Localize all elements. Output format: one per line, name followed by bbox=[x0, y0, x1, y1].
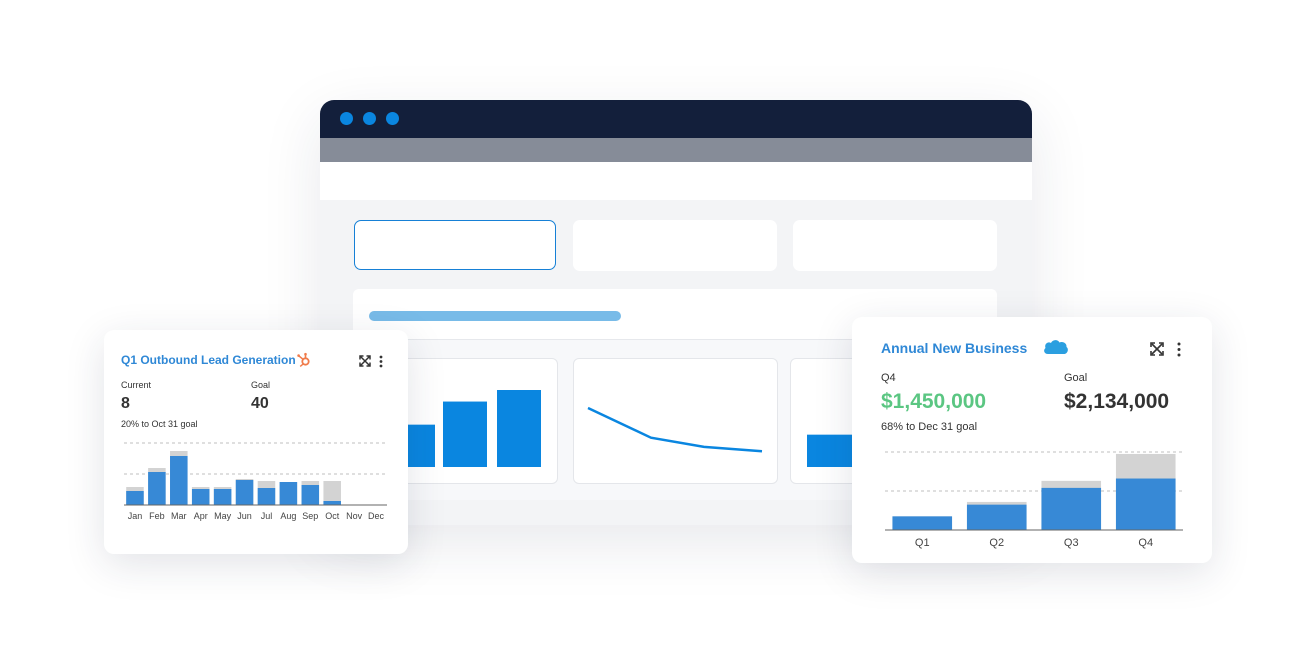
value-bar bbox=[170, 456, 188, 505]
value-bar bbox=[235, 480, 254, 505]
loading-bar bbox=[369, 311, 621, 321]
value-bar bbox=[213, 489, 232, 505]
window-dot-icon[interactable] bbox=[386, 112, 399, 125]
current-label: Q4 bbox=[881, 372, 896, 384]
goal-value: $2,134,000 bbox=[1064, 390, 1170, 413]
dashboard-tile-selected[interactable] bbox=[354, 220, 556, 270]
x-tick-label: Jul bbox=[261, 511, 273, 521]
x-tick-label: Dec bbox=[368, 511, 385, 521]
x-tick-label: Apr bbox=[194, 511, 208, 521]
lead-generation-card[interactable]: Q1 Outbound Lead Generation Current 8 Go… bbox=[104, 330, 408, 554]
progress-text: 20% to Oct 31 goal bbox=[121, 419, 198, 429]
more-options-icon[interactable] bbox=[1176, 342, 1182, 357]
value-bar bbox=[126, 491, 144, 505]
value-bar bbox=[257, 488, 276, 505]
mini-line bbox=[587, 406, 763, 453]
expand-icon[interactable] bbox=[1150, 342, 1164, 356]
value-bar bbox=[966, 504, 1027, 530]
mini-line-chart bbox=[587, 406, 763, 453]
monthly-leads-chart: Jan Feb Mar Apr May Jun Jul Aug Sep Oct Nov Dec bbox=[124, 442, 387, 521]
x-tick-label: Nov bbox=[346, 511, 363, 521]
salesforce-icon bbox=[1044, 340, 1068, 354]
quarterly-revenue-chart: Q1 Q2 Q3 Q4 bbox=[885, 451, 1183, 549]
value-bar bbox=[1041, 487, 1102, 530]
current-label: Current bbox=[121, 380, 152, 390]
x-tick-label: Q4 bbox=[1138, 537, 1153, 549]
x-tick-label: Q2 bbox=[989, 537, 1004, 549]
current-value: 8 bbox=[121, 395, 130, 412]
browser-toolbar bbox=[320, 138, 1032, 162]
current-value: $1,450,000 bbox=[881, 390, 987, 413]
mini-bar bbox=[443, 401, 487, 467]
dashboard-tile[interactable] bbox=[793, 220, 997, 271]
value-bar bbox=[1115, 478, 1176, 530]
card-title: Q1 Outbound Lead Generation bbox=[121, 353, 296, 367]
progress-text: 68% to Dec 31 goal bbox=[881, 421, 978, 433]
x-tick-label: Mar bbox=[171, 511, 187, 521]
value-bar bbox=[323, 501, 341, 505]
browser-header bbox=[320, 162, 1032, 200]
mini-bar bbox=[807, 434, 853, 467]
goal-label: Goal bbox=[251, 380, 271, 390]
window-dot-icon[interactable] bbox=[363, 112, 376, 125]
x-tick-label: Feb bbox=[149, 511, 165, 521]
more-options-icon[interactable] bbox=[378, 355, 384, 368]
x-tick-label: Jan bbox=[128, 511, 143, 521]
hubspot-icon bbox=[297, 352, 310, 367]
x-tick-label: Q3 bbox=[1064, 537, 1079, 549]
goal-value: 40 bbox=[251, 395, 269, 412]
x-tick-label: May bbox=[214, 511, 232, 521]
value-bar bbox=[892, 516, 953, 530]
x-tick-label: Oct bbox=[325, 511, 340, 521]
expand-icon[interactable] bbox=[359, 355, 371, 367]
x-tick-label: Sep bbox=[302, 511, 318, 521]
value-bar bbox=[301, 485, 320, 505]
mini-bar bbox=[497, 390, 541, 467]
value-bar bbox=[279, 482, 298, 505]
goal-label: Goal bbox=[1064, 372, 1088, 384]
x-tick-label: Jun bbox=[237, 511, 252, 521]
dashboard-tile[interactable] bbox=[573, 220, 777, 271]
annual-new-business-card[interactable]: Annual New Business Q4 $1,450,000 Goal $… bbox=[852, 317, 1212, 563]
mini-line-chart-card[interactable] bbox=[573, 358, 778, 484]
x-tick-label: Aug bbox=[280, 511, 296, 521]
card-title: Annual New Business bbox=[881, 340, 1028, 356]
value-bar bbox=[148, 472, 166, 505]
x-tick-label: Q1 bbox=[915, 537, 930, 549]
window-dot-icon[interactable] bbox=[340, 112, 353, 125]
browser-title-bar bbox=[320, 100, 1032, 138]
value-bar bbox=[191, 489, 210, 505]
